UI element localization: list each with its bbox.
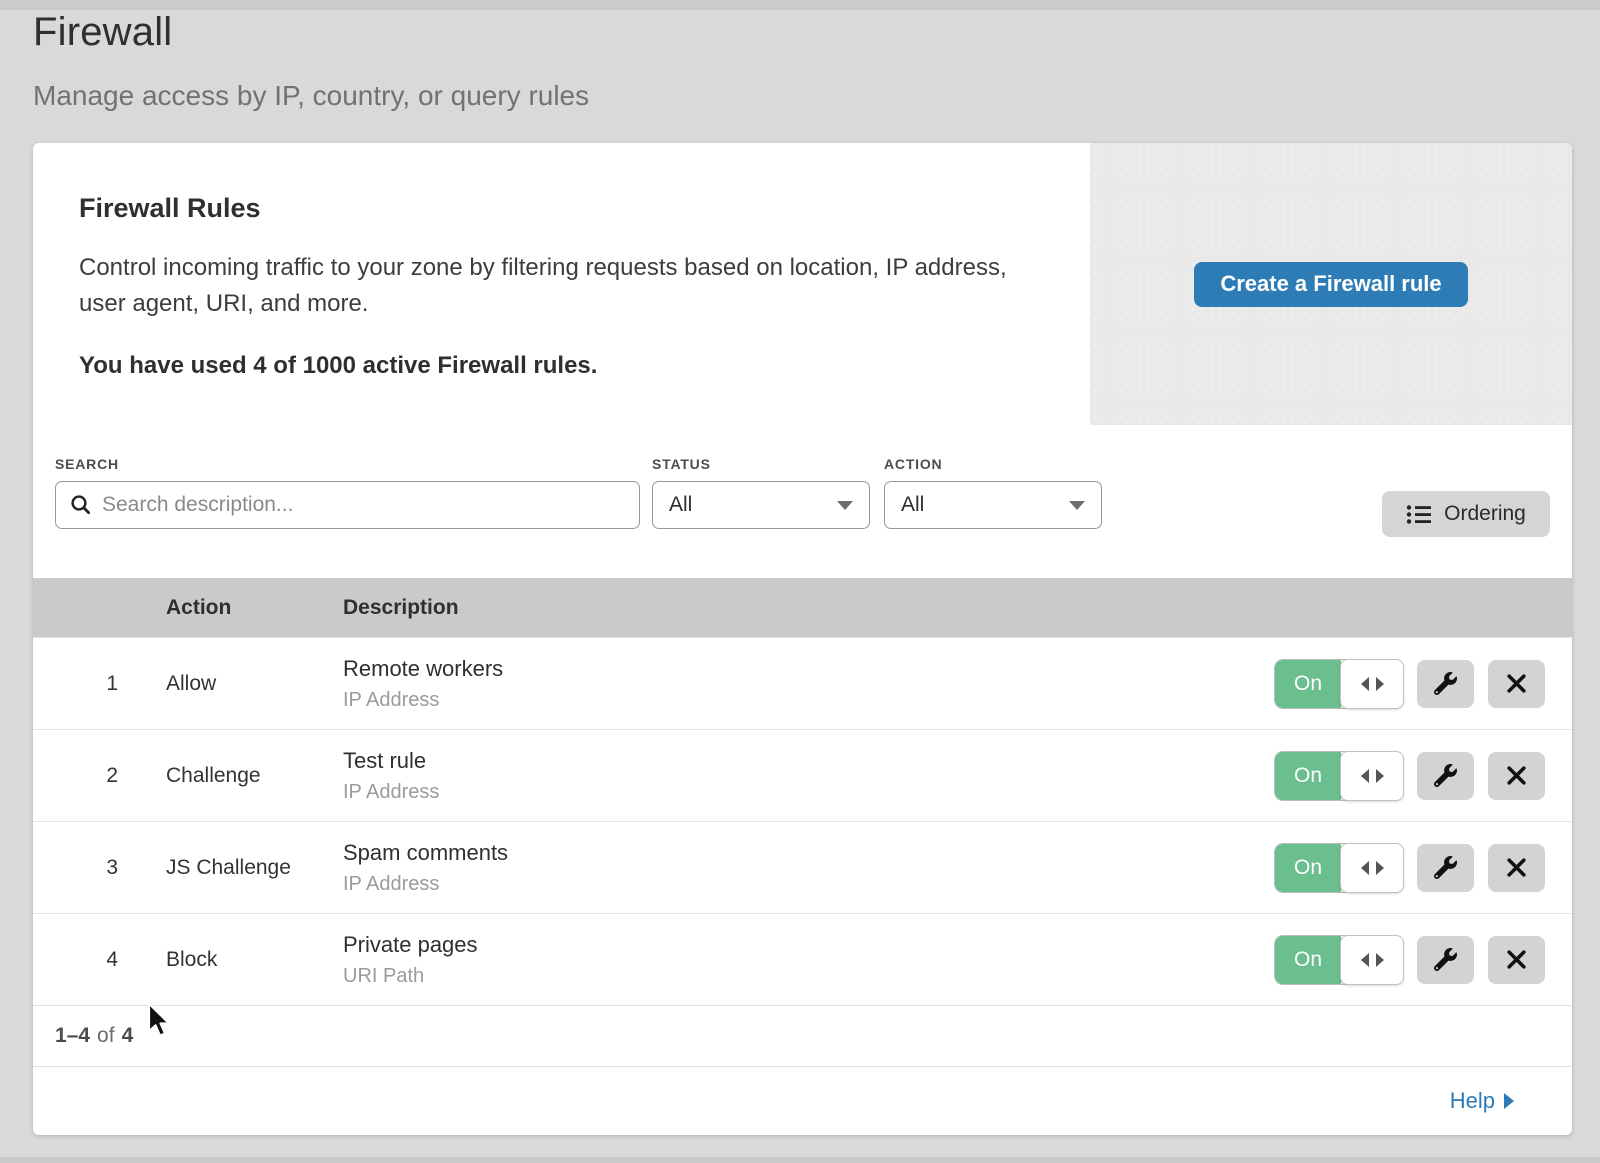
firewall-rules-card: Firewall Rules Control incoming traffic … — [33, 143, 1572, 1135]
arrow-right-icon — [1376, 861, 1384, 875]
pagination-range: 1–4 — [55, 1024, 90, 1048]
rule-controls: On — [1275, 936, 1545, 984]
filters-bar: SEARCH STATUS All ACTION All — [33, 425, 1572, 578]
table-row: 1 Allow Remote workers IP Address On — [33, 637, 1572, 729]
delete-rule-button[interactable] — [1488, 660, 1545, 708]
action-column-header: Action — [166, 596, 343, 620]
toggle-state-label: On — [1275, 936, 1341, 984]
table-header: Action Description — [33, 578, 1572, 637]
edit-rule-button[interactable] — [1417, 660, 1474, 708]
status-label: STATUS — [652, 456, 711, 472]
delete-rule-button[interactable] — [1488, 844, 1545, 892]
arrow-right-icon — [1376, 677, 1384, 691]
search-icon — [70, 494, 92, 516]
arrow-left-icon — [1361, 769, 1369, 783]
rule-action: Allow — [166, 672, 343, 696]
action-select[interactable]: All — [884, 481, 1102, 529]
pagination-total: 4 — [122, 1024, 134, 1048]
wrench-icon — [1434, 764, 1457, 787]
search-label: SEARCH — [55, 456, 119, 472]
ordering-button[interactable]: Ordering — [1382, 491, 1550, 537]
help-link[interactable]: Help — [1450, 1088, 1495, 1114]
status-selected-value: All — [669, 493, 692, 517]
page-top-edge — [0, 0, 1600, 10]
rule-enabled-toggle[interactable]: On — [1275, 844, 1403, 892]
arrow-left-icon — [1361, 677, 1369, 691]
create-firewall-rule-button[interactable]: Create a Firewall rule — [1194, 262, 1467, 307]
edit-rule-button[interactable] — [1417, 752, 1474, 800]
help-arrow-icon — [1504, 1093, 1514, 1109]
wrench-icon — [1434, 856, 1457, 879]
rule-enabled-toggle[interactable]: On — [1275, 752, 1403, 800]
table-row: 3 JS Challenge Spam comments IP Address … — [33, 821, 1572, 913]
arrow-right-icon — [1376, 769, 1384, 783]
chevron-down-icon — [837, 501, 853, 510]
toggle-state-label: On — [1275, 660, 1341, 708]
ordering-button-label: Ordering — [1444, 502, 1526, 526]
pagination-summary: 1–4 of 4 — [33, 1005, 1572, 1066]
page-bottom-edge — [0, 1157, 1600, 1163]
close-icon — [1506, 857, 1527, 878]
page-subtitle: Manage access by IP, country, or query r… — [33, 80, 589, 112]
delete-rule-button[interactable] — [1488, 752, 1545, 800]
table-row: 4 Block Private pages URI Path On — [33, 913, 1572, 1005]
search-box[interactable] — [55, 481, 640, 529]
create-rule-panel: Create a Firewall rule — [1090, 143, 1572, 425]
close-icon — [1506, 765, 1527, 786]
card-description: Control incoming traffic to your zone by… — [79, 250, 1050, 322]
rule-action: Block — [166, 948, 343, 972]
edit-rule-button[interactable] — [1417, 844, 1474, 892]
arrow-left-icon — [1361, 953, 1369, 967]
action-selected-value: All — [901, 493, 924, 517]
rule-priority: 2 — [33, 764, 166, 788]
card-heading: Firewall Rules — [79, 193, 1050, 224]
arrow-right-icon — [1376, 953, 1384, 967]
search-input[interactable] — [102, 493, 625, 517]
chevron-down-icon — [1069, 501, 1085, 510]
status-select[interactable]: All — [652, 481, 870, 529]
toggle-knob[interactable] — [1340, 843, 1404, 893]
edit-rule-button[interactable] — [1417, 936, 1474, 984]
toggle-knob[interactable] — [1340, 659, 1404, 709]
toggle-state-label: On — [1275, 844, 1341, 892]
toggle-state-label: On — [1275, 752, 1341, 800]
rule-controls: On — [1275, 660, 1545, 708]
rule-enabled-toggle[interactable]: On — [1275, 660, 1403, 708]
wrench-icon — [1434, 948, 1457, 971]
rule-action: Challenge — [166, 764, 343, 788]
wrench-icon — [1434, 672, 1457, 695]
card-top-section: Firewall Rules Control incoming traffic … — [33, 143, 1572, 425]
close-icon — [1506, 949, 1527, 970]
rule-priority: 4 — [33, 948, 166, 972]
help-bar: Help — [33, 1066, 1572, 1135]
rule-action: JS Challenge — [166, 856, 343, 880]
usage-summary: You have used 4 of 1000 active Firewall … — [79, 352, 1050, 380]
rule-controls: On — [1275, 844, 1545, 892]
delete-rule-button[interactable] — [1488, 936, 1545, 984]
rule-priority: 3 — [33, 856, 166, 880]
page-title: Firewall — [33, 10, 172, 55]
toggle-knob[interactable] — [1340, 751, 1404, 801]
action-label: ACTION — [884, 456, 942, 472]
rule-enabled-toggle[interactable]: On — [1275, 936, 1403, 984]
arrow-left-icon — [1361, 861, 1369, 875]
table-row: 2 Challenge Test rule IP Address On — [33, 729, 1572, 821]
list-icon — [1406, 503, 1432, 525]
close-icon — [1506, 673, 1527, 694]
card-intro: Firewall Rules Control incoming traffic … — [33, 143, 1090, 425]
rule-priority: 1 — [33, 672, 166, 696]
toggle-knob[interactable] — [1340, 935, 1404, 985]
description-column-header: Description — [343, 596, 1572, 620]
pagination-of-text: of — [97, 1024, 115, 1048]
rule-controls: On — [1275, 752, 1545, 800]
